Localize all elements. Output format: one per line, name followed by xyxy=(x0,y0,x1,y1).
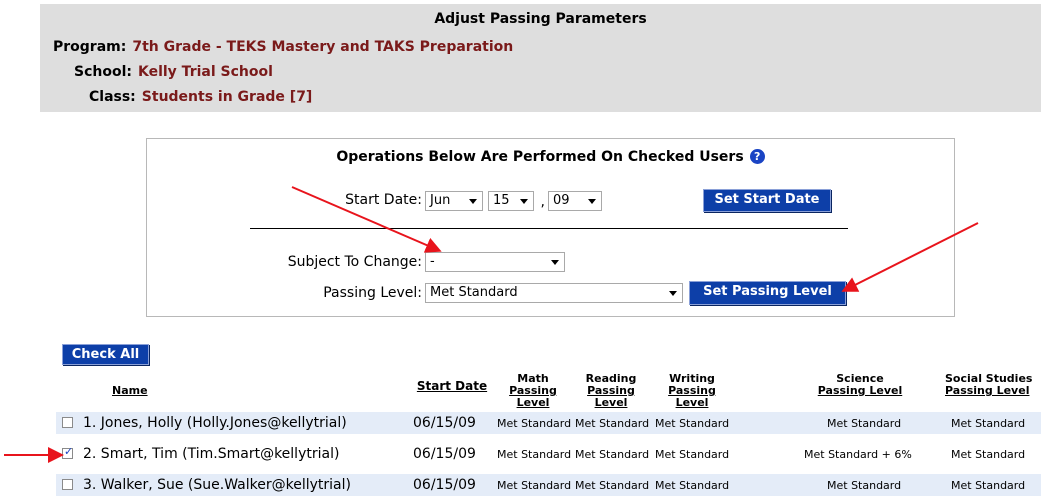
program-value: 7th Grade - TEKS Mastery and TAKS Prepar… xyxy=(132,39,514,55)
school-label: School: xyxy=(74,64,132,80)
day-select[interactable]: 15 xyxy=(488,191,534,211)
chevron-down-icon xyxy=(520,199,528,204)
header-start-date[interactable]: Start Date xyxy=(412,380,492,393)
passing-level-select[interactable]: Met Standard xyxy=(425,283,683,303)
subject-value: - xyxy=(430,254,435,269)
header-name[interactable]: Name xyxy=(112,385,154,397)
chevron-down-icon xyxy=(669,291,677,296)
program-row: Program: 7th Grade - TEKS Mastery and TAK… xyxy=(53,39,513,55)
year-value: 09 xyxy=(553,193,570,208)
header-math[interactable]: Math Passing Level xyxy=(494,373,572,409)
writing-cell: Met Standard xyxy=(655,479,730,492)
start-date-cell: 06/15/09 xyxy=(413,477,476,493)
operations-panel: Operations Below Are Performed On Checke… xyxy=(146,138,955,317)
student-name: 1. Jones, Holly (Holly.Jones@kellytrial) xyxy=(83,415,347,431)
question-circle-icon[interactable]: ? xyxy=(749,149,765,164)
header-writing-bottom: Passing Level xyxy=(668,384,716,409)
school-value: Kelly Trial School xyxy=(137,64,273,80)
social-cell: Met Standard xyxy=(951,448,1026,461)
science-cell: Met Standard xyxy=(827,417,902,430)
math-cell: Met Standard xyxy=(497,479,572,492)
passing-level-value: Met Standard xyxy=(430,285,518,300)
student-name: 2. Smart, Tim (Tim.Smart@kellytrial) xyxy=(83,446,340,462)
month-value: Jun xyxy=(430,193,451,208)
social-cell: Met Standard xyxy=(951,479,1026,492)
check-all-button[interactable]: Check All xyxy=(62,344,149,365)
operations-title: Operations Below Are Performed On Checke… xyxy=(147,149,954,165)
math-cell: Met Standard xyxy=(497,448,572,461)
start-date-cell: 06/15/09 xyxy=(413,446,476,462)
row-checkbox[interactable] xyxy=(62,417,73,428)
writing-cell: Met Standard xyxy=(655,417,730,430)
year-select[interactable]: 09 xyxy=(548,191,602,211)
subject-select[interactable]: - xyxy=(425,252,565,272)
header-writing[interactable]: Writing Passing Level xyxy=(652,373,732,409)
set-passing-level-button[interactable]: Set Passing Level xyxy=(689,281,846,305)
class-value: Students in Grade [7] xyxy=(141,89,313,105)
reading-cell: Met Standard xyxy=(575,479,650,492)
reading-cell: Met Standard xyxy=(575,448,650,461)
program-label: Program: xyxy=(53,39,127,55)
header-social-studies[interactable]: Social Studies Passing Level xyxy=(945,373,1041,397)
table-row: 3. Walker, Sue (Sue.Walker@kellytrial) 0… xyxy=(56,474,1041,496)
social-cell: Met Standard xyxy=(951,417,1026,430)
start-date-cell: 06/15/09 xyxy=(413,415,476,431)
row-checkbox[interactable] xyxy=(62,479,73,490)
header-social-bottom: Passing Level xyxy=(945,384,1030,397)
school-row: School: Kelly Trial School xyxy=(74,64,273,80)
class-label: Class: xyxy=(89,89,136,105)
subject-label: Subject To Change: xyxy=(287,254,422,270)
chevron-down-icon xyxy=(588,199,596,204)
table-row: 1. Jones, Holly (Holly.Jones@kellytrial)… xyxy=(56,412,1041,434)
page-title: Adjust Passing Parameters xyxy=(434,11,647,27)
day-value: 15 xyxy=(493,193,510,208)
header-reading-bottom: Passing Level xyxy=(587,384,635,409)
student-name: 3. Walker, Sue (Sue.Walker@kellytrial) xyxy=(83,477,351,493)
header-panel: Adjust Passing Parameters Program: 7th Gr… xyxy=(40,4,1041,112)
header-science[interactable]: Science Passing Level xyxy=(812,373,908,397)
header-reading[interactable]: Reading Passing Level xyxy=(572,373,650,409)
science-cell: Met Standard xyxy=(827,479,902,492)
start-date-label: Start Date: xyxy=(345,192,422,208)
class-row: Class: Students in Grade [7] xyxy=(89,89,312,105)
header-science-bottom: Passing Level xyxy=(817,384,903,397)
month-select[interactable]: Jun xyxy=(425,191,483,211)
science-cell: Met Standard + 6% xyxy=(804,448,912,461)
table-row: ✓ 2. Smart, Tim (Tim.Smart@kellytrial) 0… xyxy=(56,443,1041,465)
chevron-down-icon xyxy=(469,199,477,204)
passing-level-label: Passing Level: xyxy=(323,285,422,301)
row-checkbox[interactable]: ✓ xyxy=(62,445,74,459)
writing-cell: Met Standard xyxy=(655,448,730,461)
chevron-down-icon xyxy=(551,260,559,265)
divider xyxy=(250,228,848,229)
date-comma: , xyxy=(540,194,545,210)
operations-title-text: Operations Below Are Performed On Checke… xyxy=(336,149,744,165)
math-cell: Met Standard xyxy=(497,417,572,430)
reading-cell: Met Standard xyxy=(575,417,650,430)
checkmark-icon: ✓ xyxy=(64,445,74,458)
set-start-date-button[interactable]: Set Start Date xyxy=(703,189,831,212)
header-math-bottom: Passing Level xyxy=(509,384,557,409)
